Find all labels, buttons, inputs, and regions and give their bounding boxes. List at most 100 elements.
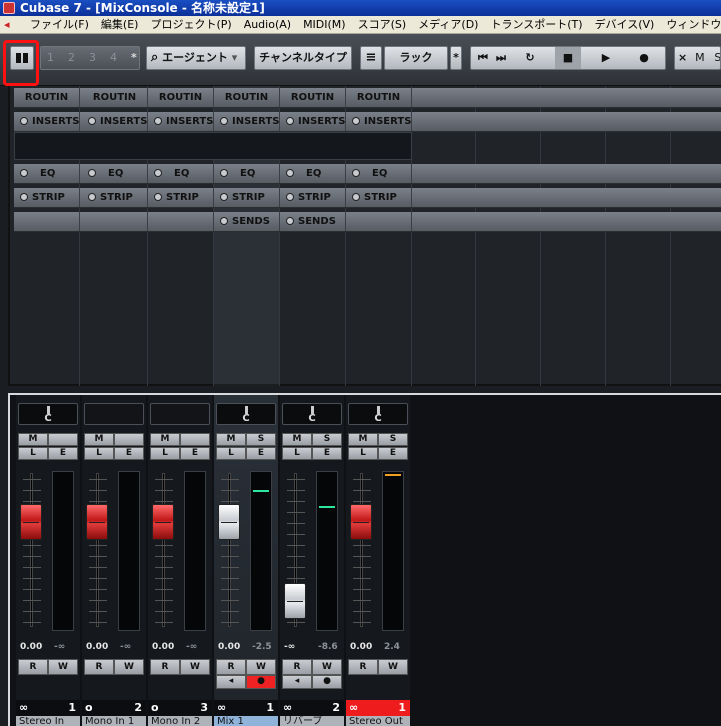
channel-name[interactable]: Mix 1 [214,716,278,726]
section-activate-icon[interactable] [154,117,162,125]
mute-button[interactable]: M [150,433,180,446]
strip-section-channel-4[interactable]: STRIP [214,188,280,207]
record-icon[interactable]: ● [631,47,657,69]
channel-name[interactable]: Mono In 2 [148,716,212,726]
section-activate-icon[interactable] [220,169,228,177]
slot-4-button[interactable]: 4 [110,47,131,69]
deactivate-all-button[interactable]: × [678,51,687,64]
routing-section-channel-4[interactable]: ROUTIN [214,88,280,107]
channel-type-button[interactable]: チャンネルタイプ [254,46,352,70]
menu-item-5[interactable]: スコア(S) [352,16,413,33]
fader-value[interactable]: 0.00 [86,642,108,652]
menu-item-1[interactable]: 編集(E) [95,16,145,33]
section-activate-icon[interactable] [286,193,294,201]
routing-section-channel-3[interactable]: ROUTIN [148,88,214,107]
rack-store-button[interactable]: * [450,46,462,70]
solo-button[interactable] [48,433,78,446]
mute-button[interactable]: M [348,433,378,446]
section-activate-icon[interactable] [20,169,28,177]
listen-button[interactable]: L [84,447,114,460]
slot-1-button[interactable]: 1 [47,47,68,69]
slot-2-button[interactable]: 2 [68,47,89,69]
write-automation-button[interactable]: W [312,659,342,675]
channel-number-bar[interactable]: ∞ 1 [16,700,80,716]
rack-button[interactable]: ラック [384,46,448,70]
slot-3-button[interactable]: 3 [89,47,110,69]
strip-section-channel-5[interactable]: STRIP [280,188,346,207]
menu-item-6[interactable]: メディア(D) [412,16,484,33]
read-automation-button[interactable]: R [282,659,312,675]
section-activate-icon[interactable] [20,193,28,201]
channel-number-bar[interactable]: ∞ 1 [346,700,410,716]
inserts-section-channel-1[interactable]: INSERTS [14,112,80,131]
channel-name[interactable]: リバーブ [280,716,344,726]
write-automation-button[interactable]: W [114,659,144,675]
routing-section-channel-5[interactable]: ROUTIN [280,88,346,107]
sends-section-channel-5[interactable]: SENDS [280,212,346,231]
listen-button[interactable]: L [18,447,48,460]
strip-section-channel-2[interactable]: STRIP [82,188,148,207]
fader-value[interactable]: 0.00 [218,642,240,652]
eq-section-channel-2[interactable]: EQ [82,164,148,183]
read-automation-button[interactable]: R [216,659,246,675]
section-activate-icon[interactable] [154,193,162,201]
fader-value[interactable]: -∞ [284,642,295,652]
section-activate-icon[interactable] [154,169,162,177]
channel-number-bar[interactable]: o2 [82,700,146,716]
channel-number-bar[interactable]: ∞ 2 [280,700,344,716]
pan-control[interactable]: C [18,403,78,425]
mute-button[interactable]: M [282,433,312,446]
pan-control[interactable] [84,403,144,425]
fader-value[interactable]: 0.00 [152,642,174,652]
section-activate-icon[interactable] [286,169,294,177]
write-automation-button[interactable]: W [246,659,276,675]
rack-menu-button[interactable]: ≡ [360,46,382,70]
read-automation-button[interactable]: R [84,659,114,675]
edit-button[interactable]: E [246,447,276,460]
play-icon[interactable]: ▶ [593,47,619,69]
menu-item-7[interactable]: トランスポート(T) [484,16,588,33]
monitor-button[interactable]: ◂ [216,675,246,689]
write-automation-button[interactable]: W [378,659,408,675]
volume-fader[interactable] [84,469,112,631]
inserts-section-channel-4[interactable]: INSERTS [214,112,280,131]
strip-section-channel-1[interactable]: STRIP [14,188,80,207]
slot-store-button[interactable]: * [131,51,137,64]
eq-section-channel-1[interactable]: EQ [14,164,80,183]
global-mute-button[interactable]: M [695,51,705,64]
menu-item-0[interactable]: ファイル(F) [24,16,95,33]
eq-section-channel-5[interactable]: EQ [280,164,346,183]
fader-cap[interactable] [218,504,240,540]
fader-cap[interactable] [284,583,306,619]
eq-section-channel-6[interactable]: EQ [346,164,412,183]
channel-number-bar[interactable]: ∞ 1 [214,700,278,716]
goto-start-icon[interactable]: ⏮ [475,47,491,69]
pan-control[interactable]: C [348,403,408,425]
fader-value[interactable]: 0.00 [350,642,372,652]
edit-button[interactable]: E [114,447,144,460]
fader-cap[interactable] [152,504,174,540]
mute-button[interactable]: M [216,433,246,446]
read-automation-button[interactable]: R [18,659,48,675]
volume-fader[interactable] [216,469,244,631]
section-activate-icon[interactable] [220,193,228,201]
write-automation-button[interactable]: W [48,659,78,675]
record-enable-button[interactable]: ● [312,675,342,689]
strip-section-channel-3[interactable]: STRIP [148,188,214,207]
routing-section-channel-1[interactable]: ROUTIN [14,88,80,107]
fader-cap[interactable] [20,504,42,540]
volume-fader[interactable] [150,469,178,631]
routing-section-channel-2[interactable]: ROUTIN [82,88,148,107]
volume-fader[interactable] [18,469,46,631]
section-activate-icon[interactable] [88,117,96,125]
volume-fader[interactable] [282,469,310,631]
pan-control[interactable]: C [282,403,342,425]
sends-section-channel-4[interactable]: SENDS [214,212,280,231]
agent-button[interactable]: ⌕ エージェント ▾ [146,46,246,70]
section-activate-icon[interactable] [220,217,228,225]
inserts-section-channel-2[interactable]: INSERTS [82,112,148,131]
menu-item-9[interactable]: ウィンドウ (1)(W) [660,16,721,33]
global-solo-button[interactable]: S [714,51,720,64]
window-layout-button[interactable] [10,46,34,70]
solo-button[interactable]: S [312,433,342,446]
